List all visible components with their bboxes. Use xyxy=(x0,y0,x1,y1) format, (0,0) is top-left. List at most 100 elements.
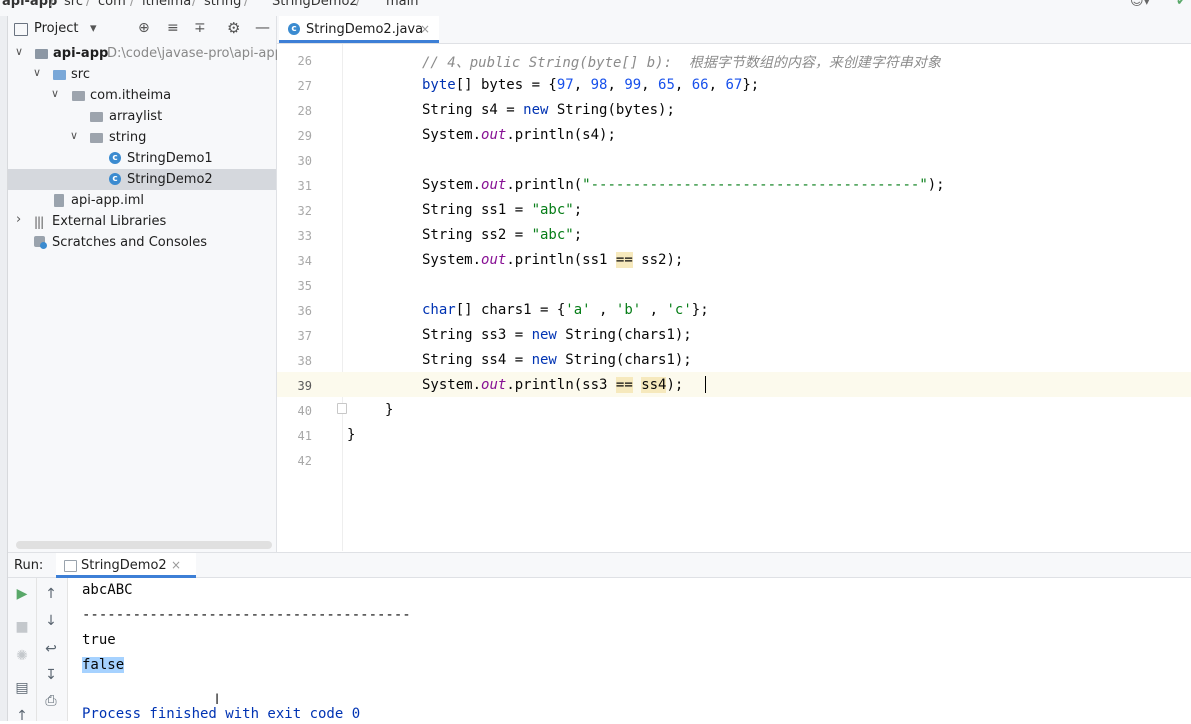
code-text: [] bytes = { xyxy=(455,77,557,93)
code-identifier: ss4 xyxy=(641,377,667,393)
code-text: System. xyxy=(422,127,482,143)
code-field: out xyxy=(481,127,507,143)
code-char: 'c' xyxy=(666,302,692,318)
code-text: .println(ss1 xyxy=(506,252,616,268)
code-char: 'a' xyxy=(565,302,591,318)
close-icon[interactable]: × xyxy=(420,22,430,36)
code-keyword: new xyxy=(531,352,557,368)
code-line-29: System.out.println(s4); xyxy=(422,127,616,143)
code-comment: // 4、public String(byte[] b): 根据字节数组的内容，… xyxy=(422,55,941,71)
code-line-37: String ss3 = new String(chars1); xyxy=(422,327,692,343)
project-panel-title[interactable]: Project xyxy=(34,21,78,36)
code-operator: == xyxy=(615,252,633,268)
breadcrumb-string[interactable]: string xyxy=(204,0,241,9)
code-line-27: byte[] bytes = {97, 98, 99, 65, 66, 67}; xyxy=(422,77,760,93)
tab-stringdemo2-java[interactable]: c StringDemo2.java × xyxy=(279,16,439,43)
run-panel-header: Run: StringDemo2 × xyxy=(8,552,1191,578)
console-line-selected: false xyxy=(82,657,125,673)
code-text: String ss4 = xyxy=(422,352,532,368)
breadcrumb-src[interactable]: src xyxy=(64,0,83,9)
user-icon[interactable]: ☺▾ xyxy=(1130,0,1150,9)
code-number: 66 xyxy=(691,77,709,93)
code-text: ); xyxy=(666,377,684,393)
code-line-26: // 4、public String(byte[] b): 根据字节数组的内容，… xyxy=(422,52,941,72)
breadcrumb-class[interactable]: StringDemo2 xyxy=(272,0,358,9)
console-icon xyxy=(64,560,77,572)
code-text: ss2); xyxy=(632,252,684,268)
code-line-40: } xyxy=(385,402,394,418)
code-line-41: } xyxy=(347,427,356,443)
console-lines: abcABC ---------------------------------… xyxy=(0,578,1191,722)
breadcrumb-separator: / xyxy=(86,0,91,9)
collapse-all-icon[interactable]: ∓ xyxy=(194,20,206,36)
code-text: String(chars1); xyxy=(556,327,692,343)
code-field: out xyxy=(481,177,507,193)
code-number: 99 xyxy=(624,77,642,93)
code-number: 65 xyxy=(658,77,675,93)
console-line: --------------------------------------- xyxy=(82,607,411,623)
minimize-icon[interactable]: — xyxy=(255,18,270,36)
code-text: .println(s4); xyxy=(506,127,616,143)
run-tab-stringdemo2[interactable]: StringDemo2 × xyxy=(56,553,196,578)
code-lines: // 4、public String(byte[] b): 根据字节数组的内容，… xyxy=(0,44,1191,474)
code-text: String ss2 = xyxy=(422,227,532,243)
text-cursor-icon: I xyxy=(215,692,220,708)
java-class-icon: c xyxy=(288,23,300,35)
breadcrumb-method[interactable]: main xyxy=(386,0,418,9)
code-text: .println(ss3 xyxy=(506,377,616,393)
chevron-down-icon[interactable]: ▾ xyxy=(90,21,97,36)
code-line-39: System.out.println(ss3 == ss4); xyxy=(422,377,683,393)
code-text: System. xyxy=(422,252,482,268)
code-text: [] chars1 = { xyxy=(455,302,566,318)
console-exit-message: Process finished with exit code 0 xyxy=(82,706,361,722)
code-string: "abc" xyxy=(531,227,574,243)
code-text: }; xyxy=(691,302,709,318)
breadcrumb-separator: / xyxy=(50,0,55,9)
code-text: String ss1 = xyxy=(422,202,532,218)
run-panel-title: Run: xyxy=(14,558,44,573)
close-icon[interactable]: × xyxy=(171,558,181,572)
gear-icon[interactable]: ⚙ xyxy=(227,19,240,37)
expand-all-icon[interactable]: ≡ xyxy=(167,20,179,36)
code-line-36: char[] chars1 = {'a' , 'b' , 'c'}; xyxy=(422,302,709,318)
text-caret xyxy=(705,376,706,393)
target-icon[interactable]: ⊕ xyxy=(138,20,150,36)
code-string: "---------------------------------------… xyxy=(582,177,928,193)
breadcrumb-separator: / xyxy=(130,0,135,9)
console-line: abcABC xyxy=(82,582,133,598)
code-text: String ss3 = xyxy=(422,327,532,343)
breadcrumb-separator: / xyxy=(356,0,361,9)
console-line: true xyxy=(82,632,116,648)
code-char: 'b' xyxy=(615,302,642,318)
breadcrumb-itheima[interactable]: itheima xyxy=(142,0,191,9)
code-line-32: String ss1 = "abc"; xyxy=(422,202,583,218)
code-line-28: String s4 = new String(bytes); xyxy=(422,102,675,118)
code-field: out xyxy=(481,252,507,268)
code-line-38: String ss4 = new String(chars1); xyxy=(422,352,692,368)
breadcrumb-com[interactable]: com xyxy=(98,0,126,9)
code-text: }; xyxy=(742,77,760,93)
project-icon xyxy=(14,23,28,36)
project-panel-header: Project ▾ ⊕ ≡ ∓ ⚙ — xyxy=(8,16,276,43)
code-line-31: System.out.println("--------------------… xyxy=(422,177,945,193)
code-string: "abc" xyxy=(531,202,574,218)
code-text: System. xyxy=(422,377,482,393)
code-number: 67 xyxy=(725,77,743,93)
code-field: out xyxy=(481,377,507,393)
code-line-33: String ss2 = "abc"; xyxy=(422,227,583,243)
build-icon[interactable]: ✔ xyxy=(1176,0,1187,9)
code-number: 97 xyxy=(556,77,574,93)
breadcrumb-separator: / xyxy=(244,0,249,9)
code-line-34: System.out.println(ss1 == ss2); xyxy=(422,252,683,268)
code-keyword: char xyxy=(422,302,456,318)
breadcrumb: api-app / src / com / itheima / string /… xyxy=(0,0,1191,17)
code-keyword: byte xyxy=(422,77,456,93)
run-tab-label: StringDemo2 xyxy=(81,558,167,573)
code-keyword: new xyxy=(531,327,557,343)
code-text: String(chars1); xyxy=(556,352,692,368)
code-number: 98 xyxy=(590,77,608,93)
code-operator: == xyxy=(615,377,633,393)
project-horizontal-scrollbar[interactable] xyxy=(16,541,272,549)
tab-label: StringDemo2.java xyxy=(306,22,424,37)
code-text: System. xyxy=(422,177,482,193)
